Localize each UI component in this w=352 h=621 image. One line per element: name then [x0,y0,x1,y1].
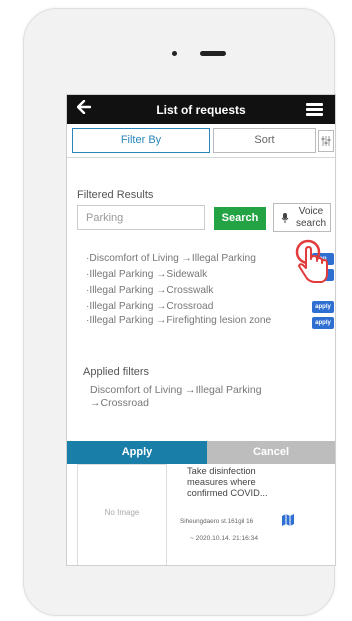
apply-chip[interactable]: apply [312,301,334,313]
tab-sort[interactable]: Sort [213,128,316,153]
applied-filters-title: Applied filters [83,366,150,378]
camera-icon [172,51,177,56]
map-icon[interactable] [281,513,295,527]
app-screen: List of requests Filter By Sort Filtered… [66,94,336,566]
list-item-label: ·Illegal Parking →Crosswalk [86,285,214,296]
voice-search-button[interactable]: Voice search [273,203,331,232]
action-bar: Apply Cancel [67,441,335,464]
tab-filter-by[interactable]: Filter By [72,128,210,153]
tab-bar: Filter By Sort [67,124,335,158]
request-image-placeholder[interactable]: No Image [77,464,167,565]
request-date: ~ 2020.10.14. 21:16:34 [190,535,259,542]
hamburger-menu-icon[interactable] [306,103,323,116]
cancel-button[interactable]: Cancel [207,441,335,464]
microphone-icon [281,213,289,223]
sliders-icon[interactable] [318,130,334,152]
apply-button[interactable]: Apply [67,441,207,464]
apply-chip[interactable]: apply [312,317,334,329]
pointer-hand-icon [295,239,328,283]
list-item-label: ·Illegal Parking →Sidewalk [86,269,208,280]
speaker-icon [200,51,226,56]
applied-filters-value: Discomfort of Living →Illegal Parking →C… [90,384,262,409]
search-input[interactable] [77,205,205,230]
list-item[interactable]: ·Illegal Parking →Crossroad apply [86,300,334,316]
page-title: List of requests [156,103,246,117]
list-item[interactable]: ·Illegal Parking →Firefighting lesion zo… [86,315,334,338]
list-item-label: ·Illegal Parking →Crossroad [86,301,214,312]
phone-frame: List of requests Filter By Sort Filtered… [23,8,336,616]
header-bar: List of requests [67,95,335,124]
voice-search-label: Voice search [295,206,326,229]
no-image-label: No Image [104,508,140,517]
list-item-label: ·Illegal Parking →Firefighting lesion zo… [86,315,272,326]
search-button[interactable]: Search [214,207,266,230]
request-title[interactable]: Take disinfection measures where confirm… [187,466,297,499]
filtered-results-title: Filtered Results [77,189,154,201]
list-item-label: ·Discomfort of Living →Illegal Parking [86,253,256,264]
request-address: Siheungdaero st.161gil 16 [180,518,254,525]
